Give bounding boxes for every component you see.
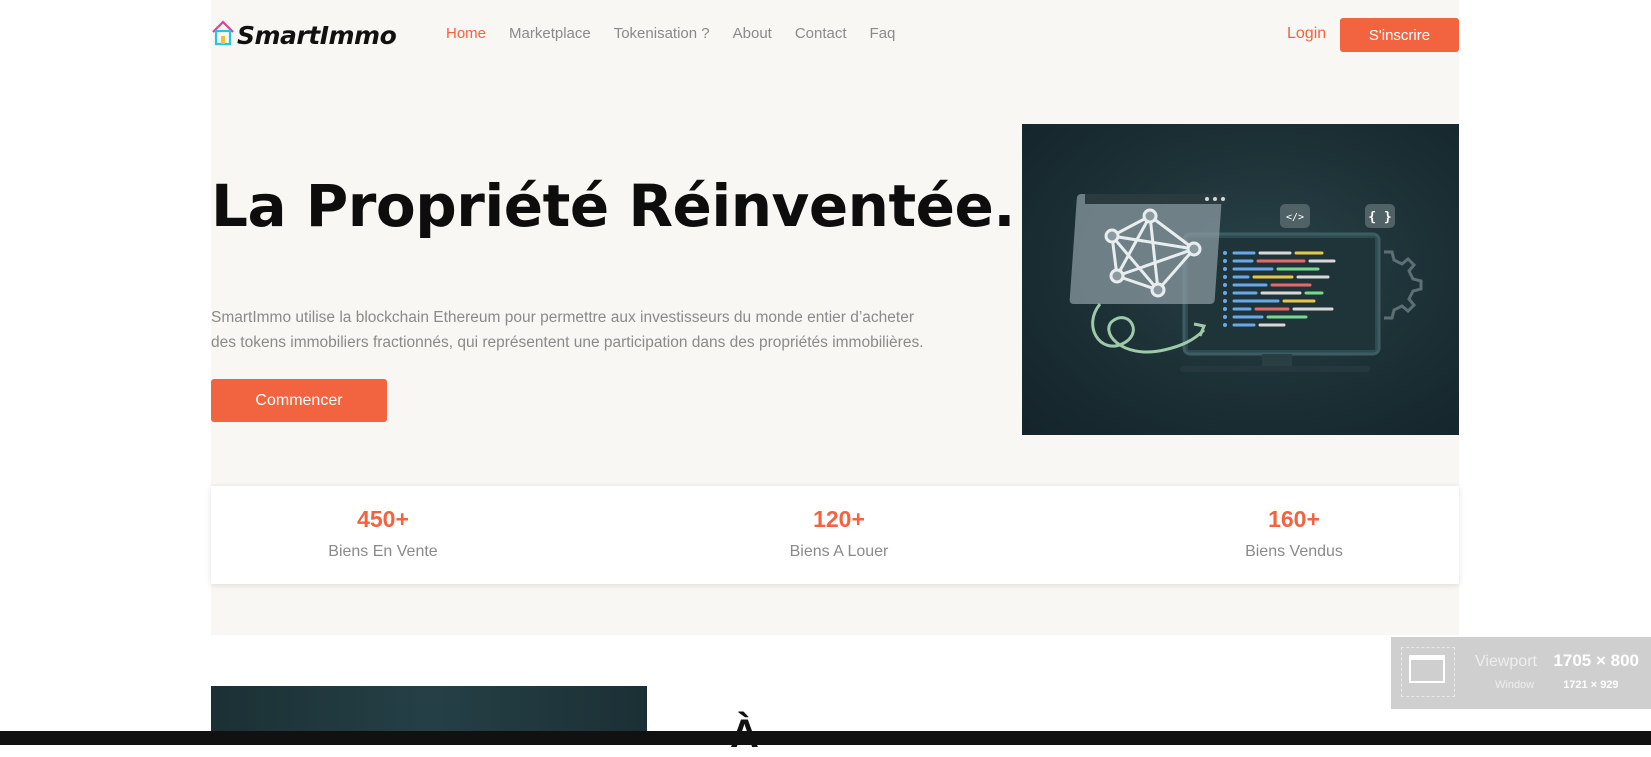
- stat-sold: 160+ Biens Vendus: [1144, 506, 1444, 561]
- nav-link-marketplace[interactable]: Marketplace: [509, 25, 591, 42]
- stats-bar: 450+ Biens En Vente 120+ Biens A Louer 1…: [211, 486, 1459, 584]
- nav-link-home[interactable]: Home: [446, 25, 486, 42]
- nav-link-faq[interactable]: Faq: [870, 25, 896, 42]
- viewport-size-badge: Viewport 1705 × 800 Window 1721 × 929: [1391, 637, 1651, 709]
- nav-link-tokenisation[interactable]: Tokenisation ?: [614, 25, 710, 42]
- hero-description: SmartImmo utilise la blockchain Ethereum…: [211, 309, 924, 351]
- nav-link-contact[interactable]: Contact: [795, 25, 847, 42]
- brand-name: SmartImmo: [237, 20, 397, 50]
- nav-link-about[interactable]: About: [733, 25, 772, 42]
- window-value: 1721 × 929: [1563, 679, 1619, 691]
- viewport-label: Viewport: [1475, 653, 1537, 670]
- viewport-value: 1705 × 800: [1553, 651, 1639, 670]
- start-button[interactable]: Commencer: [211, 379, 387, 422]
- hero-blockchain-illustration: </> { }: [1022, 124, 1459, 435]
- navbar: SmartImmo Home Marketplace Tokenisation …: [211, 0, 1459, 70]
- stat-value: 450+: [357, 506, 409, 532]
- svg-text:{ }: { }: [1368, 210, 1391, 225]
- viewport-window-icon: [1409, 655, 1445, 683]
- stat-label: Biens Vendus: [1245, 543, 1343, 560]
- svg-text:</>: </>: [1286, 212, 1304, 223]
- stat-for-rent: 120+ Biens A Louer: [689, 506, 989, 561]
- signup-button[interactable]: S'inscrire: [1340, 18, 1459, 52]
- viewport-row: Viewport 1705 × 800: [1475, 651, 1639, 671]
- stat-label: Biens En Vente: [328, 543, 438, 560]
- hero-title: La Propriété Réinventée.: [211, 172, 1015, 240]
- brand-logo[interactable]: SmartImmo: [211, 18, 397, 52]
- stat-label: Biens A Louer: [789, 543, 889, 560]
- window-row: Window 1721 × 929: [1495, 679, 1619, 691]
- stat-value: 160+: [1268, 506, 1320, 532]
- bottom-bar: [0, 731, 1651, 745]
- window-label: Window: [1495, 679, 1535, 691]
- login-link[interactable]: Login: [1287, 25, 1326, 43]
- main-nav: Home Marketplace Tokenisation ? About Co…: [446, 25, 918, 42]
- house-logo-icon: [211, 19, 235, 51]
- stat-for-sale: 450+ Biens En Vente: [233, 506, 533, 561]
- stat-value: 120+: [813, 506, 865, 532]
